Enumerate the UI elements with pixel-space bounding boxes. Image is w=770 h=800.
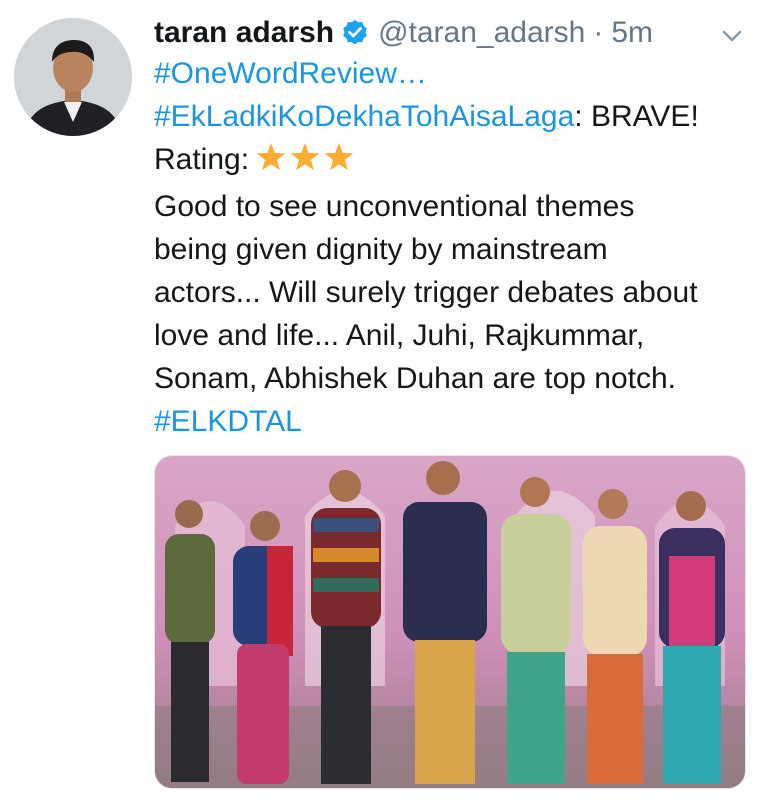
author-handle[interactable]: @taran_adarsh	[378, 16, 585, 50]
body-line: actors... Will surely trigger debates ab…	[154, 276, 698, 309]
timestamp[interactable]: 5m	[611, 16, 653, 50]
rating-line: Rating:	[154, 138, 754, 185]
body-line: Sonam, Abhishek Duhan are top notch.	[154, 362, 677, 395]
star-icon	[324, 143, 354, 171]
body-line: love and life... Anil, Juhi, Rajkummar,	[154, 319, 645, 352]
author-name[interactable]: taran adarsh	[154, 16, 334, 50]
verdict-line: #EkLadkiKoDekhaTohAisaLaga: BRAVE!	[154, 95, 754, 138]
tweet-text: #OneWordReview… #EkLadkiKoDekhaTohAisaLa…	[154, 52, 754, 443]
verified-badge-icon	[340, 18, 370, 48]
hashtag-elkdtal[interactable]: #ELKDTAL	[154, 400, 754, 443]
star-icon	[256, 143, 286, 171]
tweet-content: taran adarsh @taran_adarsh · 5m #OneWord…	[154, 8, 754, 443]
tweet-header: taran adarsh @taran_adarsh · 5m	[154, 8, 754, 58]
star-icon	[290, 143, 320, 171]
hashtag-onewordreview[interactable]: #OneWordReview…	[154, 52, 754, 95]
rating-label: Rating:	[154, 143, 250, 176]
body-line: being given dignity by mainstream	[154, 233, 608, 266]
chevron-down-icon[interactable]	[718, 26, 746, 46]
media-photo[interactable]	[154, 455, 746, 789]
hashtag-movie[interactable]: #EkLadkiKoDekhaTohAisaLaga	[154, 100, 574, 133]
tweet-card[interactable]: taran adarsh @taran_adarsh · 5m #OneWord…	[0, 0, 770, 800]
rating-stars	[255, 141, 357, 185]
separator-dot: ·	[593, 16, 604, 49]
body-line: Good to see unconventional themes	[154, 190, 635, 223]
avatar[interactable]	[14, 18, 132, 136]
verdict-text: : BRAVE!	[574, 100, 699, 133]
